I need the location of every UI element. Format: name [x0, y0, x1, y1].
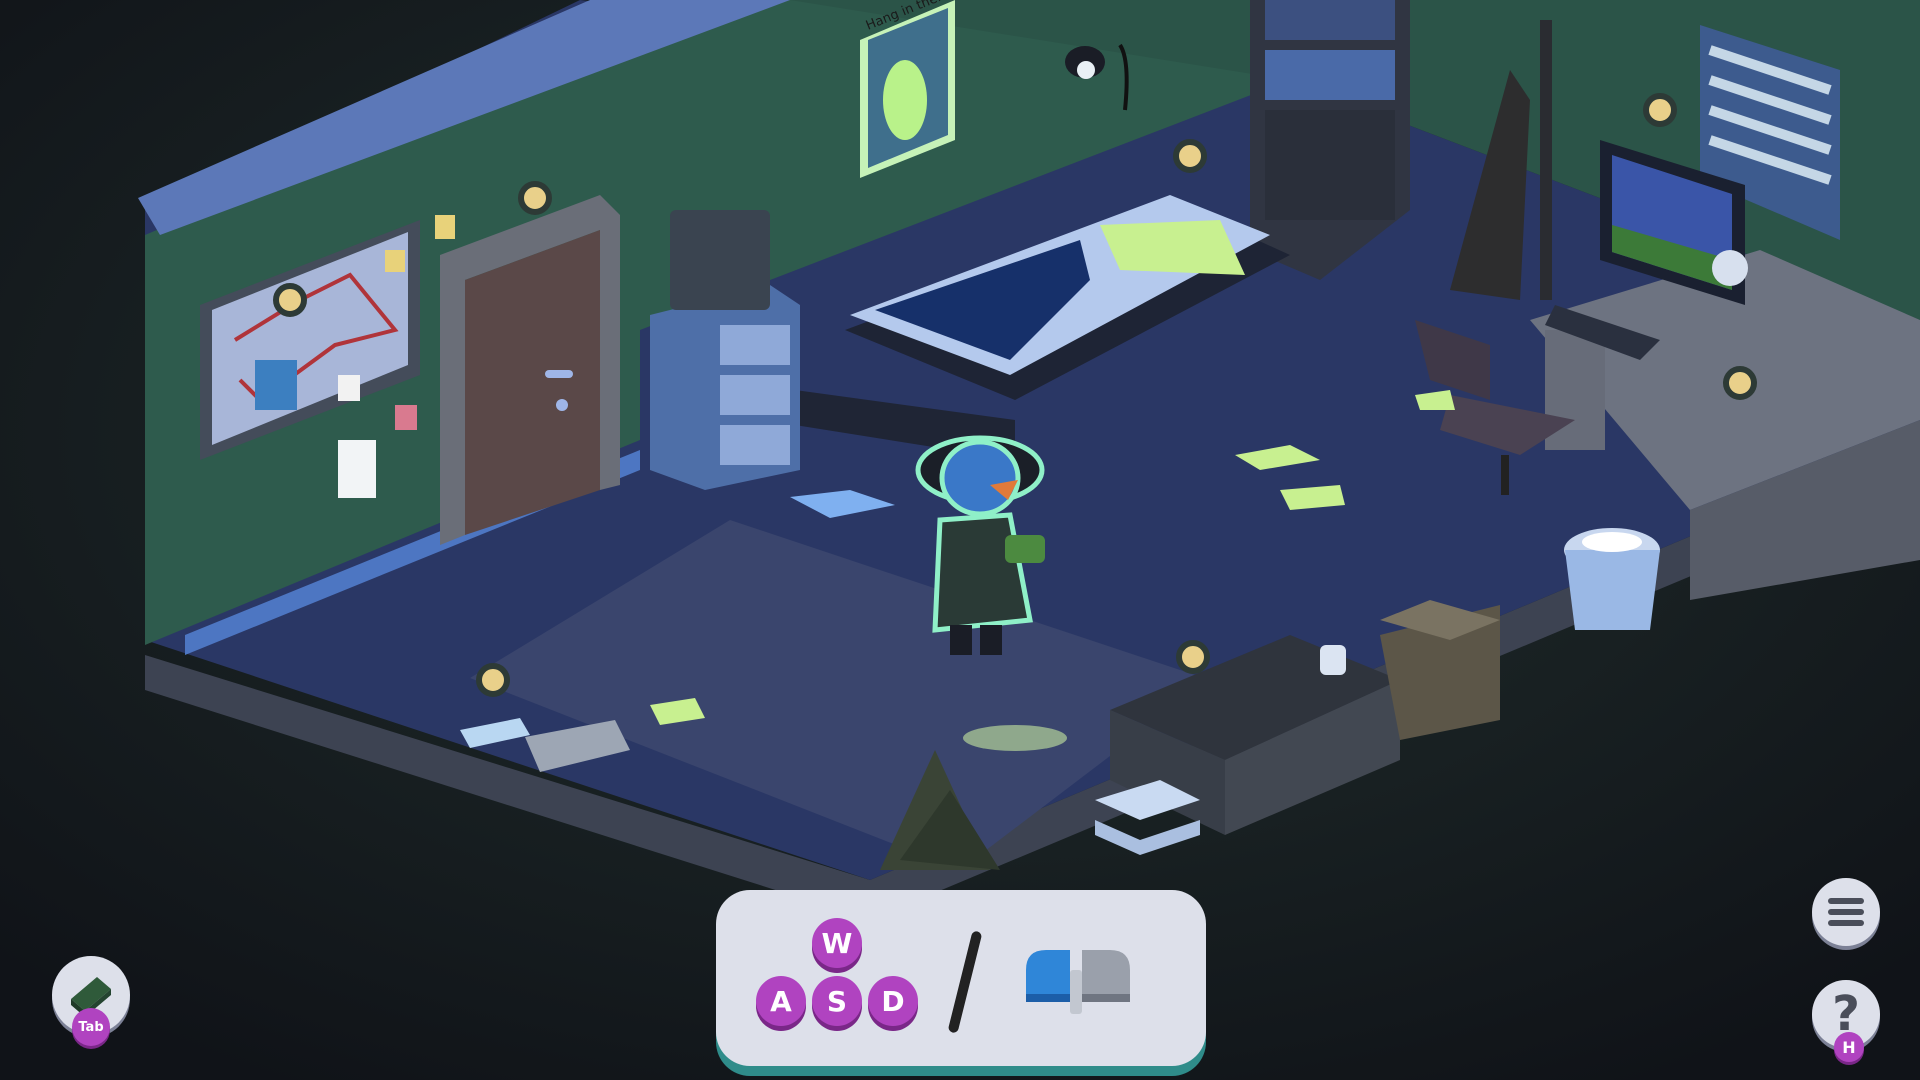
- h-key-badge: H: [1834, 1032, 1864, 1062]
- key-d: D: [868, 976, 918, 1026]
- hotspot-marker[interactable]: [1643, 93, 1677, 127]
- tab-key-label: Tab: [78, 1019, 104, 1035]
- detective-player-character[interactable]: [915, 435, 1045, 655]
- trash-bin[interactable]: [1564, 528, 1660, 630]
- journal-button[interactable]: Tab: [52, 956, 130, 1046]
- key-w: W: [812, 918, 862, 968]
- key-a-label: A: [770, 984, 792, 1018]
- hamburger-menu-icon: [1828, 898, 1864, 926]
- hotspot-marker[interactable]: [1723, 366, 1757, 400]
- menu-button[interactable]: [1812, 878, 1880, 946]
- key-a: A: [756, 976, 806, 1026]
- key-s-label: S: [826, 984, 848, 1018]
- tab-key-badge: Tab: [72, 1008, 110, 1046]
- hotspot-marker[interactable]: [518, 181, 552, 215]
- hotspot-marker[interactable]: [273, 283, 307, 317]
- question-mark-icon: ?: [1832, 986, 1860, 1042]
- key-d-label: D: [881, 984, 905, 1018]
- h-key-label: H: [1842, 1037, 1856, 1057]
- mouse-left-click-icon: [1026, 950, 1130, 1014]
- hotspot-marker[interactable]: [1173, 139, 1207, 173]
- hotspot-marker[interactable]: [476, 663, 510, 697]
- hotspot-marker[interactable]: [1176, 640, 1210, 674]
- key-w-label: W: [821, 926, 853, 960]
- help-button[interactable]: ? H: [1812, 980, 1880, 1062]
- key-s: S: [812, 976, 862, 1026]
